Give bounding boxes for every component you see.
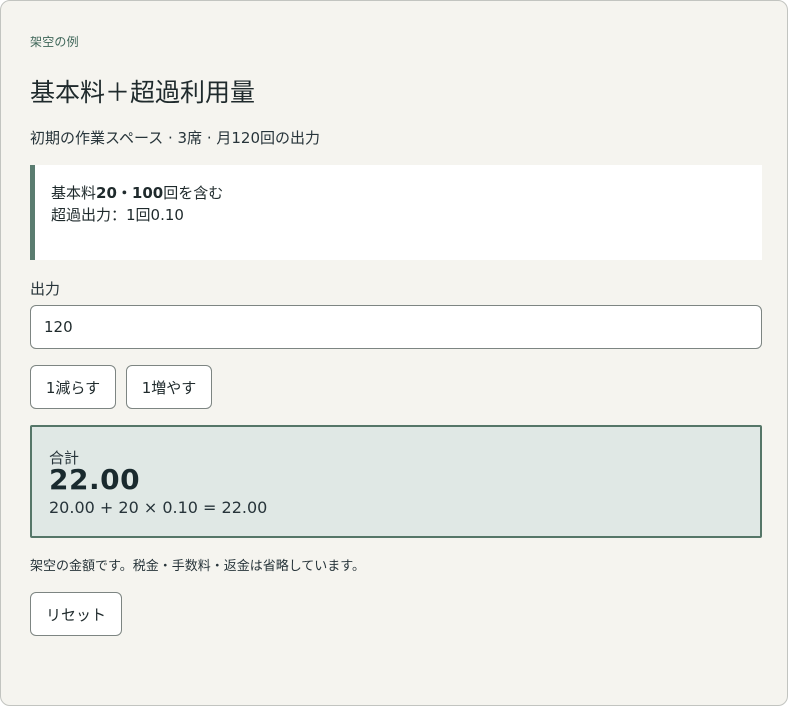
outputs-label: 出力 <box>30 280 61 298</box>
base-fee-suffix: 回を含む <box>163 184 224 202</box>
plan-base-line: 基本料20・100回を含む <box>51 182 762 204</box>
increment-button[interactable]: 1増やす <box>126 365 212 409</box>
total-result-box: 合計 22.00 20.00 + 20 × 0.10 = 22.00 <box>30 425 762 538</box>
outputs-input[interactable] <box>30 305 762 349</box>
decrement-button[interactable]: 1減らす <box>30 365 116 409</box>
pricing-card: 架空の例 基本料＋超過利用量 初期の作業スペース · 3席 · 月120回の出力… <box>0 0 788 706</box>
plan-details-note: 基本料20・100回を含む 超過出力：1回0.10 <box>30 165 762 260</box>
overage-rate-line: 超過出力：1回0.10 <box>51 206 184 224</box>
total-formula: 20.00 + 20 × 0.10 = 22.00 <box>49 498 268 517</box>
base-fee-prefix: 基本料 <box>51 184 97 202</box>
total-value: 22.00 <box>49 463 141 496</box>
eyebrow-label: 架空の例 <box>30 35 79 49</box>
reset-button[interactable]: リセット <box>30 592 122 636</box>
disclaimer-text: 架空の金額です。税金・手数料・返金は省略しています。 <box>30 559 366 574</box>
page-title: 基本料＋超過利用量 <box>30 78 256 107</box>
base-fee-amount: 20・100 <box>96 184 164 202</box>
plan-subtitle: 初期の作業スペース · 3席 · 月120回の出力 <box>30 129 320 147</box>
